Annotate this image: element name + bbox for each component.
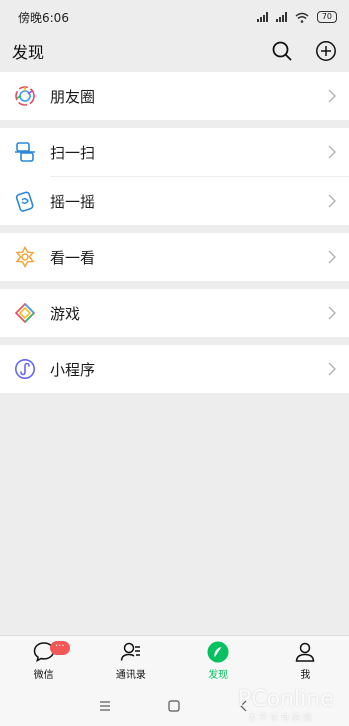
add-circle-icon[interactable]	[315, 40, 337, 62]
chevron-right-icon	[328, 250, 336, 264]
search-icon[interactable]	[271, 40, 293, 62]
tab-label: 我	[300, 670, 311, 681]
discover-menu: 朋友圈 扫一扫 摇一摇 看一看 游戏 小程序	[0, 72, 349, 393]
scan-icon	[14, 141, 36, 163]
top-stories-icon	[14, 246, 36, 268]
battery-icon: 70	[316, 11, 337, 23]
title-bar: 发现	[0, 34, 349, 68]
menu-item-label: 游戏	[50, 304, 81, 323]
menu-group-moments: 朋友圈	[0, 72, 349, 120]
menu-item-games[interactable]: 游戏	[0, 289, 349, 337]
tab-label: 微信	[33, 670, 54, 681]
tab-discover[interactable]: 发现	[175, 636, 262, 685]
menu-item-top-stories[interactable]: 看一看	[0, 233, 349, 281]
menu-group-mini-programs: 小程序	[0, 345, 349, 393]
menu-item-label: 小程序	[50, 360, 96, 379]
tab-label: 通讯录	[115, 670, 146, 681]
chevron-right-icon	[328, 145, 336, 159]
games-icon	[14, 302, 36, 324]
chevron-right-icon	[328, 362, 336, 376]
signal-icon-2	[275, 12, 287, 22]
menu-item-label: 朋友圈	[50, 87, 96, 106]
tab-contacts[interactable]: 通讯录	[87, 636, 174, 685]
menu-item-shake[interactable]: 摇一摇	[0, 177, 349, 225]
menu-item-label: 看一看	[50, 248, 96, 267]
tab-me[interactable]: 我	[262, 636, 349, 685]
tab-chats[interactable]: ··· 微信	[0, 636, 87, 685]
page-title: 发现	[12, 43, 45, 62]
status-icons: 70	[256, 11, 337, 23]
shake-icon	[14, 190, 36, 212]
chevron-right-icon	[328, 194, 336, 208]
watermark-tagline: 太平洋电脑网	[248, 713, 314, 722]
person-icon	[296, 642, 315, 662]
tab-label: 发现	[208, 670, 229, 681]
menu-item-label: 扫一扫	[50, 143, 96, 162]
menu-group-games: 游戏	[0, 289, 349, 337]
unread-badge: ···	[50, 641, 70, 655]
compass-icon	[207, 641, 229, 663]
contacts-icon	[120, 642, 140, 661]
chevron-right-icon	[328, 306, 336, 320]
chevron-right-icon	[328, 89, 336, 103]
menu-item-moments[interactable]: 朋友圈	[0, 72, 349, 120]
menu-icon[interactable]	[98, 699, 112, 713]
status-bar: 傍晚6:06 70	[0, 0, 349, 34]
menu-item-label: 摇一摇	[50, 192, 96, 211]
moments-icon	[14, 85, 36, 107]
signal-icon	[256, 12, 268, 22]
home-icon[interactable]	[167, 699, 181, 713]
wifi-icon	[295, 12, 309, 23]
watermark-logo: PConline	[238, 687, 334, 712]
mini-programs-icon	[14, 358, 36, 380]
menu-item-mini-programs[interactable]: 小程序	[0, 345, 349, 393]
header-actions	[271, 40, 337, 62]
menu-group-top-stories: 看一看	[0, 233, 349, 281]
bottom-tab-bar: ··· 微信 通讯录 发现 我	[0, 635, 349, 685]
menu-group-scan-shake: 扫一扫 摇一摇	[0, 128, 349, 225]
status-time: 傍晚6:06	[18, 10, 69, 25]
menu-item-scan[interactable]: 扫一扫	[0, 128, 349, 176]
